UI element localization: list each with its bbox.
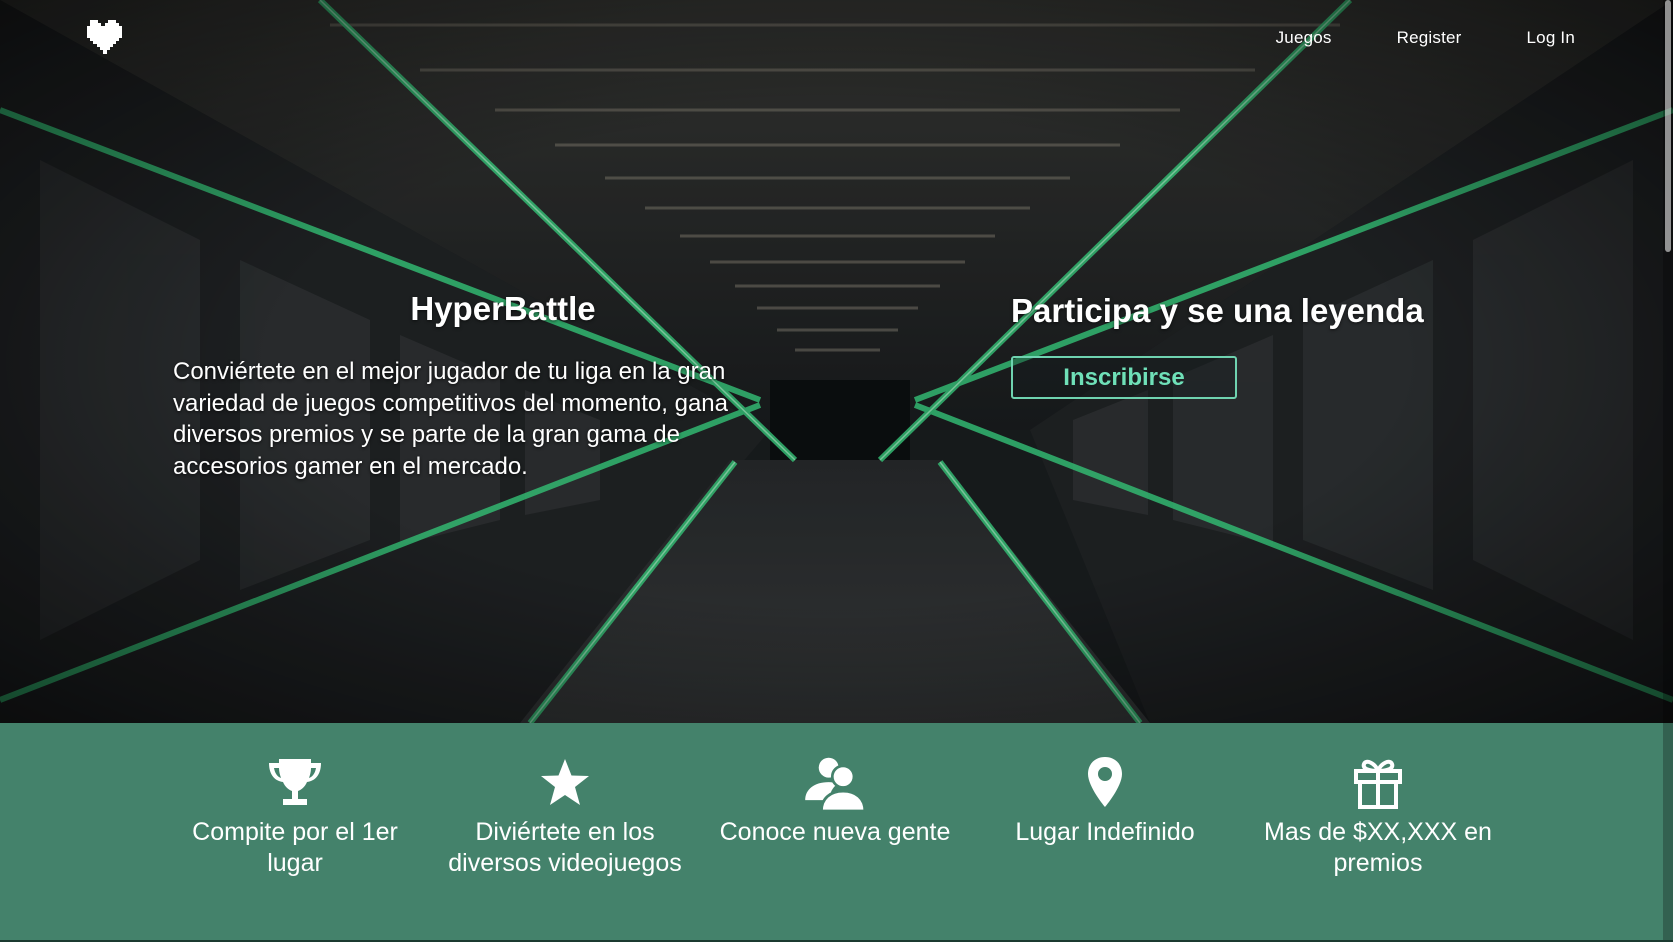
hero-description: Conviértete en el mejor jugador de tu li…	[173, 358, 728, 480]
features-section: Compite por el 1er lugar Diviértete en l…	[0, 723, 1673, 940]
users-icon	[805, 757, 867, 811]
trophy-icon	[269, 759, 321, 805]
star-icon	[541, 759, 589, 805]
feature-item: Conoce nueva gente	[710, 755, 960, 848]
feature-item: Mas de $XX,XXX en premios	[1253, 755, 1503, 879]
feature-item: Compite por el 1er lugar	[170, 755, 420, 879]
feature-label: Diviértete en los diversos videojuegos	[448, 818, 682, 877]
map-pin-icon	[1088, 757, 1122, 807]
signup-button[interactable]: Inscribirse	[1011, 356, 1237, 399]
scrollbar[interactable]	[1663, 0, 1673, 940]
hero-cta-block: Participa y se una leyenda Inscribirse	[1011, 292, 1481, 399]
nav-link-login[interactable]: Log In	[1527, 28, 1575, 48]
feature-label: Mas de $XX,XXX en premios	[1264, 818, 1492, 877]
hero-section: Juegos Register Log In HyperBattle Convi…	[0, 0, 1673, 723]
feature-label: Compite por el 1er lugar	[192, 818, 398, 877]
feature-item: Diviértete en los diversos videojuegos	[440, 755, 690, 879]
page: Juegos Register Log In HyperBattle Convi…	[0, 0, 1673, 942]
nav-links: Juegos Register Log In	[1276, 28, 1575, 48]
heart-icon[interactable]	[84, 20, 122, 54]
nav-link-register[interactable]: Register	[1397, 28, 1462, 48]
hero-title: HyperBattle	[410, 290, 596, 327]
feature-label: Lugar Indefinido	[1015, 818, 1195, 846]
navbar: Juegos Register Log In	[0, 0, 1673, 80]
feature-label: Conoce nueva gente	[719, 818, 951, 846]
gift-icon	[1354, 759, 1402, 809]
nav-link-juegos[interactable]: Juegos	[1276, 28, 1332, 48]
feature-item: Lugar Indefinido	[980, 755, 1230, 848]
hero-subtitle: Participa y se una leyenda	[1011, 292, 1424, 329]
scrollbar-thumb[interactable]	[1665, 0, 1671, 252]
hero-intro: HyperBattle Conviértete en el mejor juga…	[173, 290, 783, 482]
